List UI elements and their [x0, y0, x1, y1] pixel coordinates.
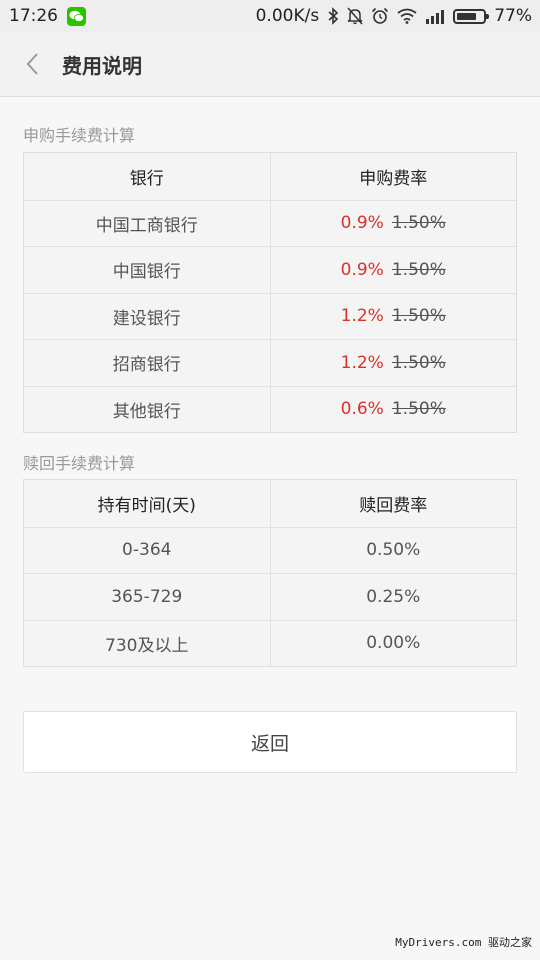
- table-row: 中国银行 0.9% 1.50%: [24, 246, 516, 293]
- purchase-section-title: 申购手续费计算: [23, 126, 136, 145]
- return-button[interactable]: 返回: [23, 711, 517, 773]
- redemption-rate: 0.25%: [269, 574, 517, 620]
- discount-rate: 0.9%: [340, 213, 384, 234]
- bank-name: 中国银行: [112, 262, 181, 283]
- alarm-icon: [371, 7, 389, 25]
- original-rate: 1.50%: [391, 213, 446, 234]
- holding-period: 0-364: [122, 540, 172, 561]
- redemption-rate: 0.50%: [269, 527, 517, 573]
- watermark: MyDrivers.com 驱动之家: [395, 936, 532, 949]
- table-row: 365-729 0.25%: [24, 573, 516, 620]
- purchase-rate-cell: 0.9% 1.50%: [269, 200, 517, 246]
- page-title: 费用说明: [62, 53, 142, 78]
- original-rate: 1.50%: [391, 399, 446, 420]
- bank-name: 招商银行: [112, 355, 181, 376]
- table-row: 其他银行 0.6% 1.50%: [24, 385, 517, 432]
- holding-period: 365-729: [111, 586, 183, 607]
- table-header-row: 持有时间(天) 赎回费率: [24, 480, 516, 527]
- bank-name: 中国工商银行: [95, 215, 198, 236]
- table-row: 730及以上 0.00%: [24, 619, 517, 666]
- discount-rate: 0.9%: [340, 259, 384, 280]
- redemption-fee-table: 持有时间(天) 赎回费率 0-364 0.50% 365-729 0.25% 7…: [23, 479, 517, 667]
- signal-icon: [425, 9, 445, 24]
- purchase-rate-cell: 0.6% 1.50%: [269, 386, 517, 432]
- battery-icon: [453, 8, 490, 24]
- wifi-icon: [397, 8, 417, 24]
- title-bar: 费用说明: [0, 32, 540, 97]
- redemption-rate: 0.00%: [269, 620, 517, 666]
- column-header-bank: 银行: [129, 168, 164, 189]
- table-header-row: 银行 申购费率: [24, 153, 516, 200]
- table-row: 建设银行 1.2% 1.50%: [24, 292, 517, 339]
- battery-percent: 77%: [494, 6, 532, 26]
- net-speed: 0.00K/s: [255, 6, 320, 26]
- discount-rate: 0.6%: [340, 399, 384, 420]
- column-header-redemption-rate: 赎回费率: [269, 480, 517, 527]
- back-button[interactable]: [4, 32, 60, 97]
- purchase-rate-cell: 1.2% 1.50%: [269, 340, 517, 386]
- table-row: 中国工商银行 0.9% 1.50%: [24, 199, 517, 246]
- wechat-icon: [67, 6, 86, 26]
- status-bar: 17:26 0.00K/s 77%: [0, 0, 540, 32]
- table-row: 招商银行 1.2% 1.50%: [24, 339, 516, 386]
- table-row: 0-364 0.50%: [24, 526, 517, 573]
- purchase-fee-table: 银行 申购费率 中国工商银行 0.9% 1.50% 中国银行 0.9% 1.50…: [23, 152, 517, 433]
- redemption-section-title: 赎回手续费计算: [23, 454, 136, 473]
- column-header-holding-period: 持有时间(天): [97, 495, 196, 516]
- discount-rate: 1.2%: [340, 306, 384, 327]
- column-header-purchase-rate: 申购费率: [269, 153, 517, 200]
- discount-rate: 1.2%: [340, 352, 384, 373]
- chevron-left-icon: [26, 53, 38, 75]
- purchase-rate-cell: 1.2% 1.50%: [269, 293, 517, 339]
- bank-name: 其他银行: [112, 401, 181, 422]
- mute-icon: [347, 7, 363, 25]
- original-rate: 1.50%: [391, 259, 446, 280]
- holding-period: 730及以上: [105, 635, 189, 656]
- status-time: 17:26: [9, 6, 58, 26]
- purchase-rate-cell: 0.9% 1.50%: [269, 247, 517, 293]
- bluetooth-icon: [327, 7, 339, 25]
- original-rate: 1.50%: [391, 306, 446, 327]
- original-rate: 1.50%: [391, 352, 446, 373]
- bank-name: 建设银行: [112, 308, 181, 329]
